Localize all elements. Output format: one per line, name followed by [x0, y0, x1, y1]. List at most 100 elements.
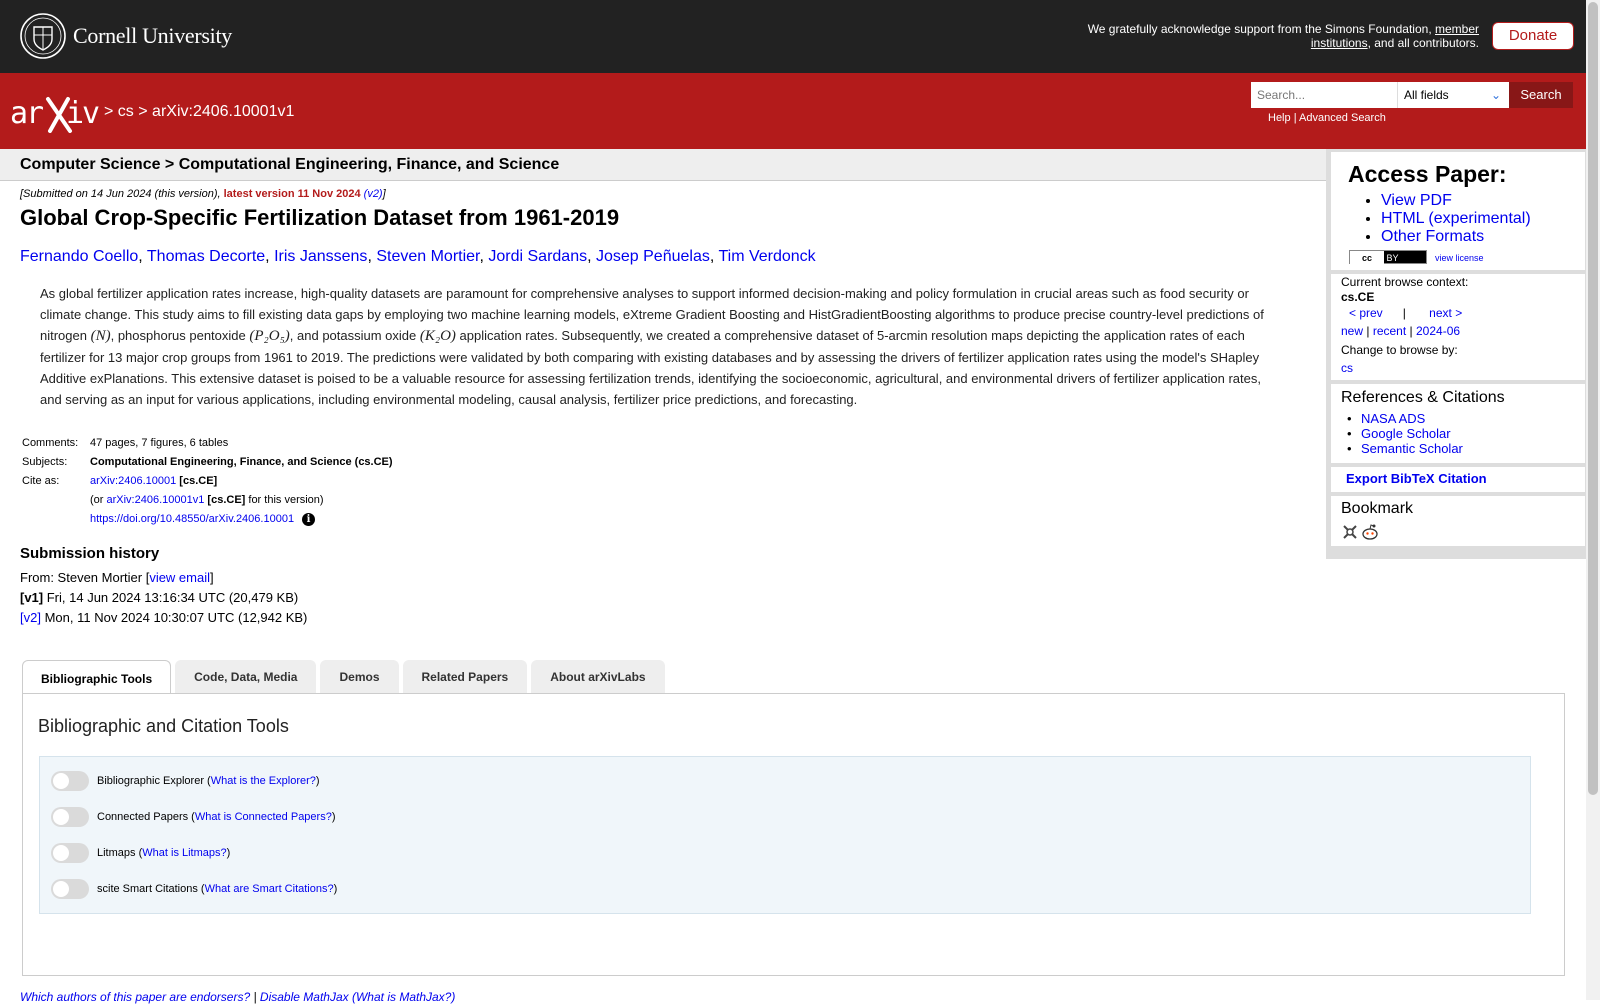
cite-label: Cite as: [22, 475, 60, 487]
tab-bibliographic-tools[interactable]: Bibliographic Tools [22, 660, 172, 695]
what-is-mathjax-link[interactable]: (What is MathJax?) [352, 990, 455, 1004]
browse-context-box: Current browse context: cs.CE < prev | n… [1331, 274, 1585, 380]
scrollbar-thumb[interactable] [1588, 2, 1598, 795]
author-link[interactable]: Jordi Sardans [488, 248, 587, 265]
arxiv-header: ar iv > cs > arXiv:2406.10001v1 All fiel… [0, 73, 1586, 149]
footer-links: Which authors of this paper are endorser… [20, 990, 455, 1004]
tool-name: scite Smart Citations [97, 883, 198, 895]
advanced-search-link[interactable]: Advanced Search [1299, 112, 1386, 124]
tool-info-link[interactable]: What is Connected Papers? [195, 811, 332, 823]
toggle-switch[interactable] [51, 771, 89, 791]
page-scrollbar[interactable] [1586, 0, 1600, 1000]
v1-text: Fri, 14 Jun 2024 13:16:34 UTC (20,479 KB… [43, 590, 299, 605]
bookmark-box: Bookmark [1331, 496, 1585, 546]
tool-info-link[interactable]: What is Litmaps? [142, 847, 226, 859]
v1-label: [v1] [20, 590, 44, 605]
change-browse-label: Change to browse by: [1341, 343, 1458, 357]
v2-text: Mon, 11 Nov 2024 10:30:07 UTC (12,942 KB… [40, 610, 308, 625]
month-link[interactable]: 2024-06 [1416, 324, 1460, 338]
export-bibtex-link[interactable]: Export BibTeX Citation [1346, 471, 1487, 486]
author-link[interactable]: Tim Verdonck [718, 248, 815, 265]
semantic-scholar-link[interactable]: Semantic Scholar [1361, 441, 1463, 456]
cite-version-suffix: for this version) [245, 494, 324, 506]
abstract-text: , and potassium oxide [289, 328, 420, 343]
view-license-link[interactable]: view license [1435, 253, 1484, 263]
top-bar: Cornell University We gratefully acknowl… [0, 0, 1586, 73]
browse-lists: new | recent | 2024-06 [1341, 324, 1460, 338]
prev-link[interactable]: < prev [1349, 306, 1383, 320]
submitted-close: ] [382, 188, 386, 200]
bibsonomy-icon[interactable] [1341, 523, 1359, 541]
cc-label: cc [1350, 251, 1384, 265]
reddit-icon[interactable] [1361, 523, 1379, 541]
sidebar: Access Paper: View PDF HTML (experimenta… [1326, 149, 1586, 559]
submission-from: From: Steven Mortier [view email] [20, 568, 307, 588]
tab-code-data-media[interactable]: Code, Data, Media [175, 660, 317, 693]
tab-demos[interactable]: Demos [320, 660, 399, 693]
subject-header: Computer Science > Computational Enginee… [0, 149, 1326, 181]
endorsers-link[interactable]: Which authors of this paper are endorser… [20, 990, 250, 1004]
author-link[interactable]: Fernando Coello [20, 248, 138, 265]
cornell-seal-icon [20, 13, 66, 59]
math-phosphorus: (P₂O₅) [249, 328, 290, 344]
cite-or-prefix: (or [90, 494, 107, 506]
cite-tag: [cs.CE] [179, 475, 218, 487]
toggle-switch[interactable] [51, 879, 89, 899]
help-link[interactable]: Help [1268, 112, 1291, 124]
search-input[interactable] [1251, 82, 1397, 108]
breadcrumb-cs[interactable]: cs [118, 103, 134, 120]
comments-label: Comments: [22, 437, 79, 449]
footer-separator: | [250, 990, 260, 1004]
browse-cs: cs [1341, 361, 1353, 375]
help-separator: | [1293, 112, 1297, 124]
search-field-select[interactable]: All fields ⌄ [1397, 82, 1509, 108]
svg-text:ar: ar [10, 96, 43, 131]
next-link[interactable]: next > [1429, 306, 1462, 320]
disable-mathjax-link[interactable]: Disable MathJax [260, 990, 349, 1004]
info-icon[interactable]: i [302, 513, 316, 526]
metadata-table: Comments: 47 pages, 7 figures, 6 tables … [20, 434, 395, 529]
toggle-switch[interactable] [51, 807, 89, 827]
view-email-link[interactable]: view email [149, 570, 210, 585]
toggle-switch[interactable] [51, 843, 89, 863]
browse-cs-link[interactable]: cs [1341, 361, 1353, 375]
cornell-logo[interactable]: Cornell University [20, 13, 232, 59]
access-links: View PDF HTML (experimental) Other Forma… [1367, 192, 1531, 246]
bookmark-title: Bookmark [1341, 500, 1414, 517]
version-v2: [v2] Mon, 11 Nov 2024 10:30:07 UTC (12,9… [20, 608, 307, 628]
access-paper-box: Access Paper: View PDF HTML (experimenta… [1331, 152, 1585, 270]
arxiv-logo-icon[interactable]: ar iv [10, 93, 102, 133]
abstract: As global fertilizer application rates i… [40, 283, 1280, 410]
tool-info-link[interactable]: What are Smart Citations? [205, 883, 334, 895]
donate-button[interactable]: Donate [1492, 22, 1574, 50]
doi-link[interactable]: https://doi.org/10.48550/arXiv.2406.1000… [90, 513, 294, 525]
tab-about-arxivlabs[interactable]: About arXivLabs [531, 660, 665, 693]
tab-related-papers[interactable]: Related Papers [402, 660, 528, 693]
cite-link[interactable]: arXiv:2406.10001 [90, 475, 176, 487]
version-v1: [v1] Fri, 14 Jun 2024 13:16:34 UTC (20,4… [20, 588, 307, 608]
support-prefix: We gratefully acknowledge support from t… [1087, 22, 1435, 36]
tool-info-link[interactable]: What is the Explorer? [211, 775, 316, 787]
cite-version-link[interactable]: arXiv:2406.10001v1 [107, 494, 205, 506]
v2-link[interactable]: [v2] [20, 610, 41, 625]
search-button[interactable]: Search [1509, 82, 1573, 108]
help-links: Help | Advanced Search [1268, 112, 1386, 124]
cc-by-license-icon[interactable]: cc BY [1349, 250, 1427, 265]
html-experimental-link[interactable]: HTML (experimental) [1381, 210, 1531, 227]
view-pdf-link[interactable]: View PDF [1381, 192, 1452, 209]
author-link[interactable]: Josep Peñuelas [596, 248, 710, 265]
author-link[interactable]: Steven Mortier [376, 248, 479, 265]
other-formats-link[interactable]: Other Formats [1381, 228, 1484, 245]
subject-header-text: Computer Science > Computational Enginee… [20, 156, 560, 173]
support-suffix: , and all contributors. [1367, 36, 1479, 50]
breadcrumb-separator: > [104, 103, 114, 120]
author-link[interactable]: Iris Janssens [274, 248, 367, 265]
google-scholar-link[interactable]: Google Scholar [1361, 426, 1451, 441]
browse-nav: < prev | next > [1349, 306, 1462, 320]
latest-version-link[interactable]: (v2) [364, 188, 383, 200]
new-link[interactable]: new [1341, 324, 1363, 338]
nasa-ads-link[interactable]: NASA ADS [1361, 411, 1425, 426]
browse-context-label: Current browse context: [1341, 275, 1469, 289]
author-link[interactable]: Thomas Decorte [147, 248, 265, 265]
recent-link[interactable]: recent [1373, 324, 1406, 338]
